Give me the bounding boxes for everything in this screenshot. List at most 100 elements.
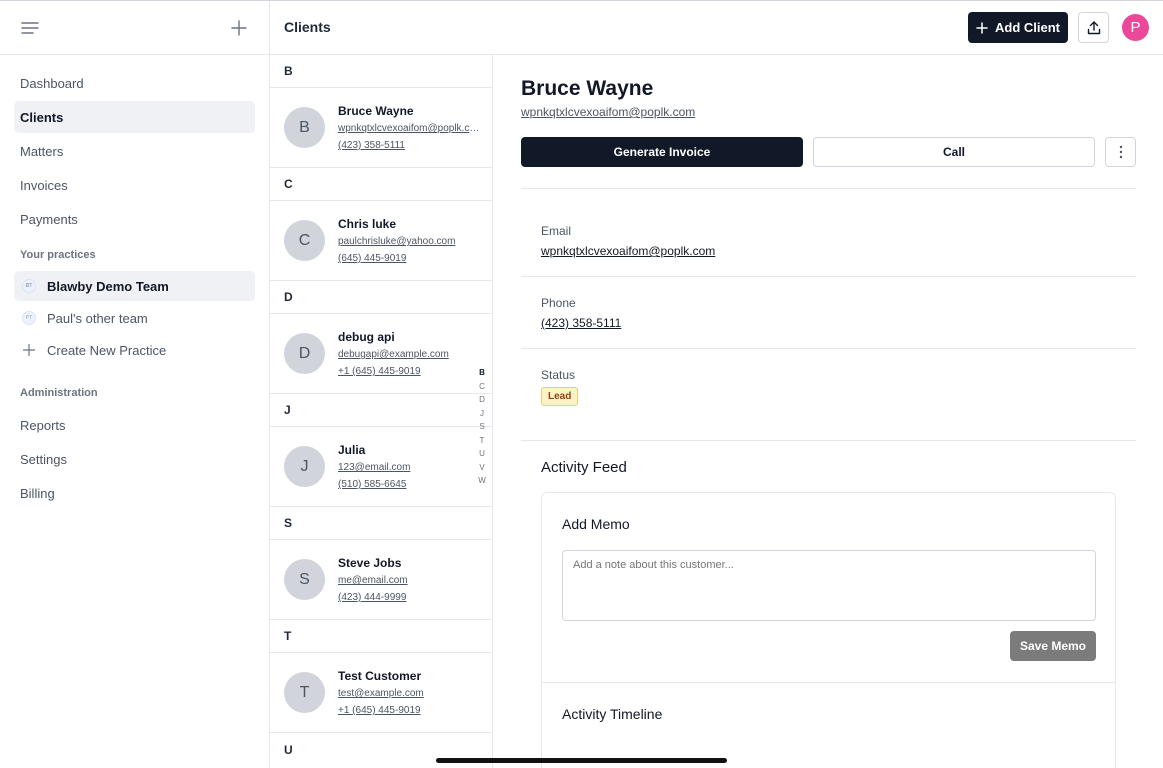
- client-email[interactable]: me@email.com: [338, 575, 480, 586]
- email-label: Email: [541, 224, 572, 238]
- add-memo-title: Add Memo: [562, 516, 630, 532]
- client-avatar: C: [284, 220, 325, 261]
- call-button[interactable]: Call: [813, 137, 1095, 167]
- client-phone[interactable]: (645) 445-9019: [338, 253, 406, 264]
- alpha-index-letter[interactable]: U: [479, 447, 485, 461]
- nav-item-matters[interactable]: Matters: [14, 135, 255, 167]
- practice-label: Blawby Demo Team: [47, 278, 169, 294]
- nav-item-billing[interactable]: Billing: [14, 477, 255, 509]
- phone-value[interactable]: (423) 358-5111: [541, 316, 621, 330]
- client-detail-email[interactable]: wpnkqtxlcvexoaifom@poplk.com: [521, 105, 695, 119]
- client-avatar: J: [284, 446, 325, 487]
- status-label: Status: [541, 368, 576, 382]
- nav-item-reports[interactable]: Reports: [14, 409, 255, 441]
- alpha-index-letter[interactable]: C: [479, 380, 485, 394]
- create-practice-button[interactable]: Create New Practice: [14, 335, 255, 365]
- client-avatar: D: [284, 333, 325, 374]
- client-name: Test Customer: [338, 669, 422, 683]
- export-button[interactable]: [1078, 12, 1109, 43]
- plus-icon[interactable]: [229, 18, 249, 38]
- status-badge: Lead: [541, 387, 579, 406]
- client-avatar: T: [284, 672, 325, 713]
- client-row[interactable]: D debug api debugapi@example.com +1 (645…: [270, 314, 492, 394]
- client-row[interactable]: S Steve Jobs me@email.com (423) 444-9999: [270, 540, 492, 620]
- add-client-label: Add Client: [995, 20, 1060, 35]
- client-list: B B Bruce Wayne wpnkqtxlcvexoaifom@poplk…: [270, 55, 493, 768]
- alpha-index-letter[interactable]: W: [478, 474, 486, 488]
- alphabet-index[interactable]: B C D J S T U V W: [476, 366, 488, 488]
- client-detail: Bruce Wayne wpnkqtxlcvexoaifom@poplk.com…: [494, 55, 1163, 768]
- divider: [542, 682, 1115, 683]
- app-window: Dashboard Clients Matters Invoices Payme…: [0, 0, 1163, 768]
- practice-item-pauls-other-team[interactable]: PT Paul's other team: [14, 303, 255, 333]
- client-name: Julia: [338, 443, 366, 457]
- nav-item-settings[interactable]: Settings: [14, 443, 255, 475]
- page-title: Clients: [284, 19, 331, 35]
- main-nav: Dashboard Clients Matters Invoices Payme…: [0, 55, 269, 235]
- top-bar: Clients Add Client P: [270, 1, 1163, 55]
- letter-header: S: [270, 507, 492, 540]
- client-phone[interactable]: (510) 585-6645: [338, 479, 406, 490]
- save-memo-button[interactable]: Save Memo: [1010, 631, 1096, 661]
- practices-section-label: Your practices: [20, 249, 96, 261]
- more-vertical-icon: [1119, 145, 1122, 159]
- practice-badge: PT: [22, 311, 36, 325]
- client-email[interactable]: debugapi@example.com: [338, 349, 480, 360]
- letter-header: T: [270, 620, 492, 653]
- client-row[interactable]: C Chris luke paulchrisluke@yahoo.com (64…: [270, 201, 492, 281]
- client-avatar: S: [284, 559, 325, 600]
- practice-badge: BT: [22, 279, 36, 293]
- nav-item-payments[interactable]: Payments: [14, 203, 255, 235]
- phone-label: Phone: [541, 296, 576, 310]
- alpha-index-letter[interactable]: D: [479, 393, 485, 407]
- client-row[interactable]: T Test Customer test@example.com +1 (645…: [270, 653, 492, 733]
- client-row[interactable]: B Bruce Wayne wpnkqtxlcvexoaifom@poplk.c…: [270, 88, 492, 168]
- upload-icon: [1087, 20, 1100, 34]
- divider: [521, 440, 1136, 441]
- practice-label: Paul's other team: [47, 310, 148, 326]
- client-name: Chris luke: [338, 217, 397, 231]
- nav-item-invoices[interactable]: Invoices: [14, 169, 255, 201]
- alpha-index-letter[interactable]: T: [480, 434, 485, 448]
- client-email[interactable]: 123@email.com: [338, 462, 480, 473]
- more-options-button[interactable]: [1105, 137, 1136, 167]
- letter-header: D: [270, 281, 492, 314]
- letter-header: C: [270, 168, 492, 201]
- plus-icon: [976, 21, 988, 34]
- user-avatar[interactable]: P: [1122, 14, 1149, 41]
- client-phone[interactable]: +1 (645) 445-9019: [338, 705, 421, 716]
- home-indicator: [436, 758, 727, 763]
- divider: [521, 188, 1136, 189]
- client-phone[interactable]: (423) 444-9999: [338, 592, 406, 603]
- plus-icon: [22, 343, 36, 357]
- alpha-index-letter[interactable]: B: [479, 366, 485, 380]
- letter-header: J: [270, 394, 492, 427]
- alpha-index-letter[interactable]: V: [479, 461, 484, 475]
- email-value[interactable]: wpnkqtxlcvexoaifom@poplk.com: [541, 244, 715, 258]
- generate-invoice-button[interactable]: Generate Invoice: [521, 137, 803, 167]
- nav-item-dashboard[interactable]: Dashboard: [14, 67, 255, 99]
- practice-item-blawby-demo-team[interactable]: BT Blawby Demo Team: [14, 271, 255, 301]
- alpha-index-letter[interactable]: J: [480, 407, 484, 421]
- nav-item-clients[interactable]: Clients: [14, 101, 255, 133]
- client-email[interactable]: paulchrisluke@yahoo.com: [338, 236, 480, 247]
- client-email[interactable]: test@example.com: [338, 688, 480, 699]
- client-row[interactable]: J Julia 123@email.com (510) 585-6645: [270, 427, 492, 507]
- memo-card: Add Memo Save Memo Activity Timeline: [541, 492, 1116, 768]
- letter-header: B: [270, 55, 492, 88]
- client-name: debug api: [338, 330, 395, 344]
- menu-icon[interactable]: [21, 19, 39, 37]
- activity-feed-title: Activity Feed: [541, 459, 627, 476]
- memo-input[interactable]: [562, 550, 1096, 621]
- add-client-button[interactable]: Add Client: [968, 12, 1068, 43]
- divider: [521, 276, 1136, 277]
- divider: [521, 348, 1136, 349]
- alpha-index-letter[interactable]: S: [479, 420, 484, 434]
- activity-timeline-title: Activity Timeline: [562, 706, 663, 722]
- client-name: Bruce Wayne: [338, 104, 414, 118]
- client-email[interactable]: wpnkqtxlcvexoaifom@poplk.com: [338, 123, 480, 134]
- client-phone[interactable]: (423) 358-5111: [338, 140, 405, 151]
- create-practice-label: Create New Practice: [47, 342, 167, 358]
- client-phone[interactable]: +1 (645) 445-9019: [338, 366, 421, 377]
- sidebar: Dashboard Clients Matters Invoices Payme…: [0, 1, 270, 768]
